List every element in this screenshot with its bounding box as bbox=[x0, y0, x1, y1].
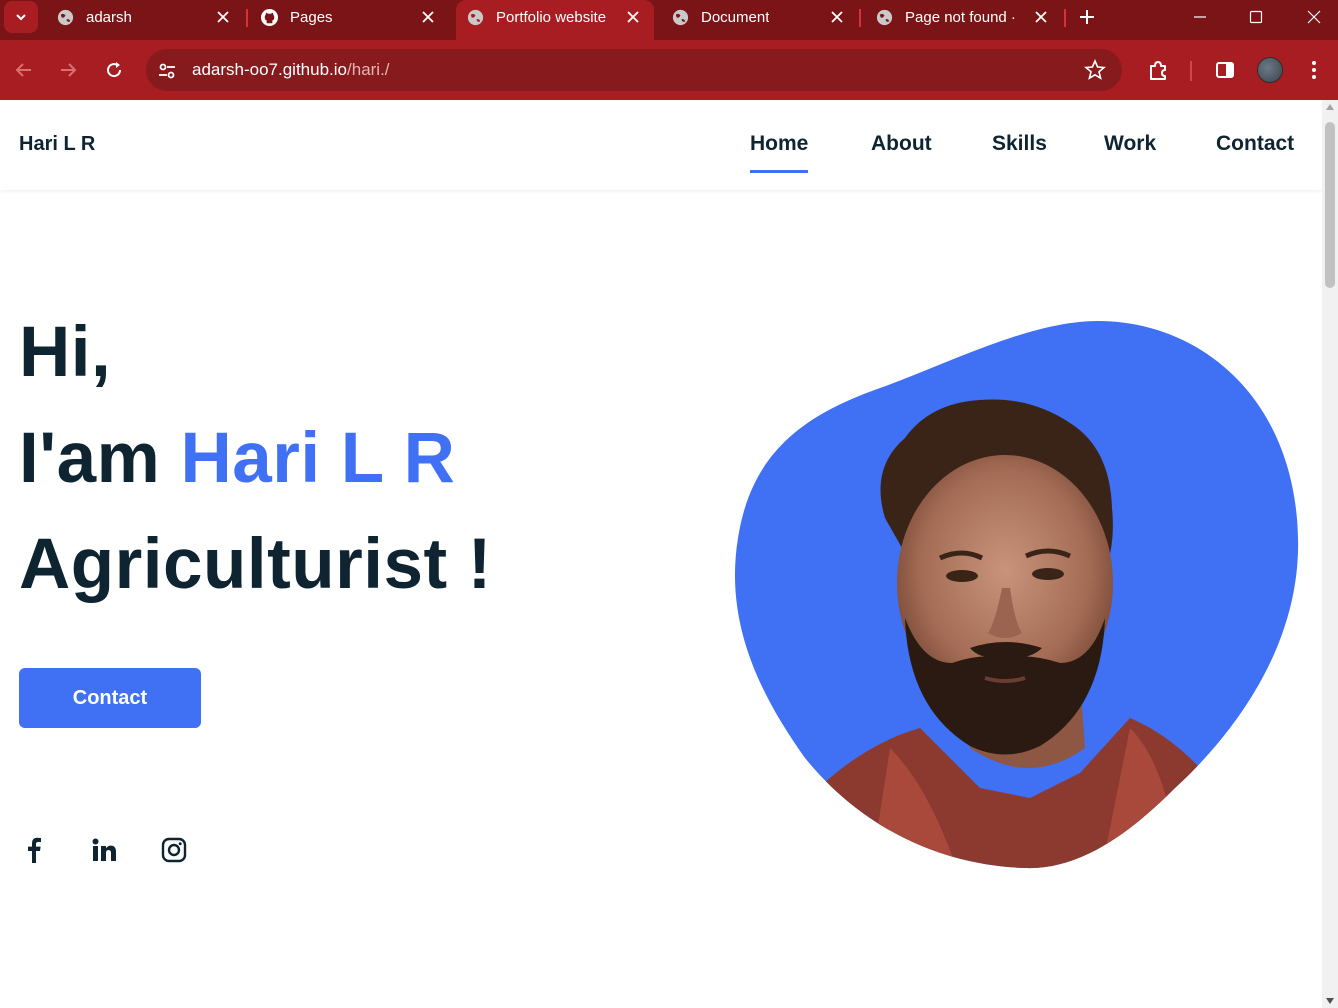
new-tab-button[interactable] bbox=[1074, 4, 1100, 30]
scroll-down-arrow[interactable] bbox=[1326, 998, 1334, 1004]
browser-toolbar: adarsh-oo7.github.io/hari./ bbox=[0, 40, 1338, 100]
arrow-left-icon bbox=[15, 63, 31, 77]
facebook-link[interactable] bbox=[19, 835, 49, 865]
scroll-up-arrow[interactable] bbox=[1326, 104, 1334, 110]
tab-search-button[interactable] bbox=[4, 1, 38, 33]
scrollbar-thumb[interactable] bbox=[1325, 122, 1335, 288]
hero-contact-button[interactable]: Contact bbox=[19, 668, 201, 728]
tab-portfolio-website[interactable]: Portfolio website bbox=[456, 0, 654, 40]
globe-icon bbox=[876, 9, 893, 26]
reload-icon bbox=[107, 62, 122, 78]
site-info-icon[interactable] bbox=[156, 60, 178, 82]
address-bar[interactable]: adarsh-oo7.github.io/hari./ bbox=[146, 49, 1122, 91]
arrow-right-icon bbox=[61, 63, 77, 77]
hero-intro-prefix: I'am bbox=[19, 419, 161, 498]
browser-menu-button[interactable] bbox=[1300, 56, 1328, 84]
tab-title: Document bbox=[701, 9, 770, 26]
nav-contact[interactable]: Contact bbox=[1216, 132, 1294, 156]
close-window-button[interactable] bbox=[1294, 4, 1334, 30]
back-button[interactable] bbox=[10, 56, 38, 84]
page-scrollbar[interactable] bbox=[1322, 100, 1338, 1008]
plus-icon bbox=[1080, 10, 1094, 24]
minimize-icon bbox=[1194, 16, 1206, 18]
site-header: Hari L R Home About Skills Work Contact bbox=[0, 100, 1322, 190]
reload-button[interactable] bbox=[100, 56, 128, 84]
url-path: /hari./ bbox=[347, 60, 390, 79]
tab-separator bbox=[1064, 9, 1066, 27]
maximize-icon bbox=[1249, 10, 1263, 24]
github-icon bbox=[260, 8, 279, 27]
profile-blob bbox=[734, 321, 1299, 869]
hero-profile-image bbox=[730, 318, 1310, 878]
linkedin-icon bbox=[92, 838, 116, 861]
tab-document[interactable]: Document bbox=[661, 0, 857, 40]
close-tab-icon[interactable] bbox=[1030, 6, 1052, 28]
globe-icon bbox=[467, 9, 484, 26]
hero-intro: I'am Hari L R bbox=[19, 418, 455, 499]
tab-title: Pages bbox=[290, 9, 333, 26]
instagram-icon bbox=[161, 837, 187, 863]
more-vertical-icon bbox=[1312, 61, 1316, 79]
chevron-down-icon bbox=[16, 14, 26, 21]
tab-adarsh[interactable]: adarsh bbox=[46, 0, 242, 40]
close-tab-icon[interactable] bbox=[212, 6, 234, 28]
close-tab-icon[interactable] bbox=[622, 6, 644, 28]
instagram-link[interactable] bbox=[159, 835, 189, 865]
extensions-button[interactable] bbox=[1144, 56, 1172, 84]
tab-title: Portfolio website bbox=[496, 9, 607, 26]
nav-work[interactable]: Work bbox=[1104, 132, 1156, 156]
close-icon bbox=[1307, 10, 1321, 24]
maximize-button[interactable] bbox=[1236, 4, 1276, 30]
url-host: adarsh-oo7.github.io bbox=[192, 60, 348, 79]
linkedin-link[interactable] bbox=[89, 835, 119, 865]
globe-icon bbox=[57, 9, 74, 26]
hero-name: Hari L R bbox=[180, 419, 456, 498]
globe-icon bbox=[672, 9, 689, 26]
tab-title: adarsh bbox=[86, 9, 132, 26]
close-tab-icon[interactable] bbox=[826, 6, 848, 28]
toolbar-divider bbox=[1190, 61, 1192, 81]
puzzle-icon bbox=[1150, 61, 1166, 80]
forward-button[interactable] bbox=[54, 56, 82, 84]
tab-separator bbox=[859, 9, 861, 27]
nav-skills[interactable]: Skills bbox=[992, 132, 1047, 156]
nav-about[interactable]: About bbox=[871, 132, 932, 156]
side-panel-icon bbox=[1216, 62, 1234, 78]
page-viewport: Hari L R Home About Skills Work Contact … bbox=[0, 100, 1322, 1008]
tab-separator bbox=[246, 9, 248, 27]
hero-profession: Agriculturist ! bbox=[19, 525, 492, 604]
facebook-icon bbox=[28, 837, 41, 863]
tab-title: Page not found · bbox=[905, 9, 1016, 26]
tab-page-not-found[interactable]: Page not found · bbox=[865, 0, 1061, 40]
url-text: adarsh-oo7.github.io/hari./ bbox=[192, 60, 390, 80]
tab-pages[interactable]: Pages bbox=[250, 0, 448, 40]
side-panel-button[interactable] bbox=[1211, 56, 1239, 84]
close-tab-icon[interactable] bbox=[417, 6, 439, 28]
site-logo[interactable]: Hari L R bbox=[19, 133, 95, 156]
bookmark-star-icon[interactable] bbox=[1084, 59, 1106, 81]
nav-home[interactable]: Home bbox=[750, 132, 809, 173]
minimize-button[interactable] bbox=[1180, 4, 1220, 30]
hero-greeting: Hi, bbox=[19, 313, 112, 392]
tab-strip: adarsh Pages Portfolio website Document … bbox=[0, 0, 1338, 40]
profile-avatar[interactable] bbox=[1257, 57, 1283, 83]
